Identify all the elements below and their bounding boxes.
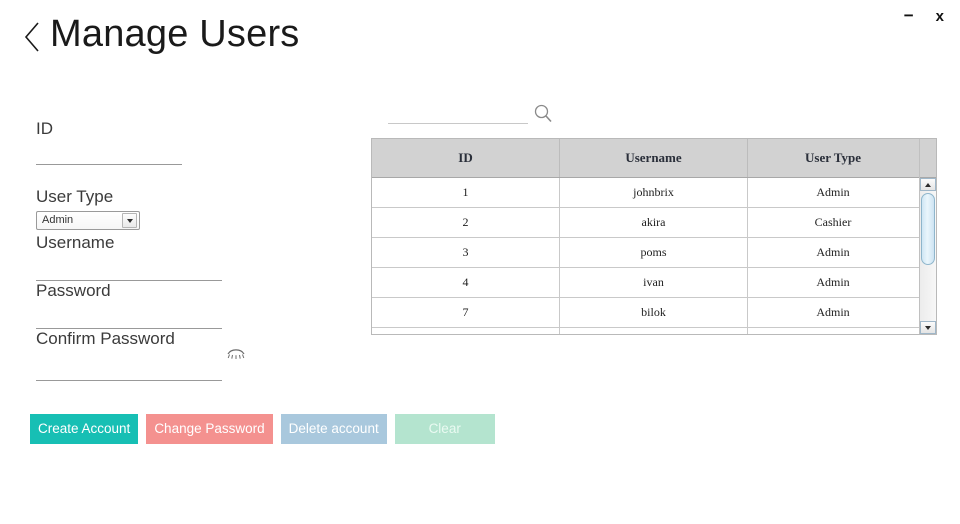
back-button[interactable] [20,17,46,57]
search-icon [534,104,552,123]
confirm-password-label: Confirm Password [36,329,175,348]
scroll-up-button[interactable] [920,178,936,191]
scrollbar-track[interactable] [920,178,936,334]
minimize-button[interactable]: − [900,5,918,26]
eye-icon [227,349,245,359]
cell-username [560,328,748,334]
column-header-username[interactable]: Username [560,139,748,177]
table-row-empty[interactable] [372,328,919,334]
window-controls: − x [900,6,948,27]
cell-username: bilok [560,298,748,327]
cell-id: 3 [372,238,560,267]
cell-user-type: Cashier [814,215,852,229]
username-input-wrap [36,262,222,281]
cell-id [372,328,560,334]
users-table: ID Username User Type 1 johnbrix Admin 2… [371,138,937,335]
table-row[interactable]: 2 akira Cashier [372,208,919,238]
cell-id: 7 [372,298,560,327]
create-account-button[interactable]: Create Account [30,414,139,444]
scroll-up-icon [925,182,931,187]
cell-user-type: Admin [816,245,850,259]
table-scrollbar[interactable] [919,139,936,334]
cell-user-type: Admin [816,275,850,289]
table-row[interactable]: 1 johnbrix Admin [372,178,919,208]
table-row[interactable]: 3 poms Admin [372,238,919,268]
password-input[interactable] [36,310,222,328]
scroll-down-icon [925,325,931,330]
scroll-down-button[interactable] [920,321,936,334]
user-type-label: User Type [36,187,114,206]
column-header-user-type[interactable]: User Type [748,139,918,177]
table-row[interactable]: 4 ivan Admin [372,268,919,298]
username-label: Username [36,233,115,252]
users-grid: ID Username User Type 1 johnbrix Admin 2… [372,139,919,334]
id-input-wrap [36,146,182,165]
page-header: Manage Users [20,14,300,54]
scrollbar-header-spacer [920,139,936,178]
id-underline [36,164,182,165]
search-area [388,104,558,132]
confirm-password-input-wrap [36,362,222,381]
cell-user-type: Admin [816,185,850,199]
clear-button[interactable]: Clear [394,414,495,444]
cell-user-type [748,328,918,334]
cell-id: 2 [372,208,560,237]
page-title: Manage Users [50,13,300,55]
table-header-row: ID Username User Type [372,139,919,178]
close-button[interactable]: x [932,7,948,26]
user-type-selected-value: Admin [42,215,74,226]
cell-username: poms [560,238,748,267]
id-label: ID [36,119,53,138]
confirm-password-input[interactable] [36,362,222,380]
column-header-id[interactable]: ID [372,139,560,177]
cell-id: 1 [372,178,560,207]
change-password-button[interactable]: Change Password [146,414,273,444]
id-input[interactable] [36,146,182,164]
scrollbar-thumb[interactable] [921,193,935,265]
search-button[interactable] [532,103,554,125]
confirm-password-underline [36,380,222,381]
chevron-left-icon [24,22,39,52]
cell-username: johnbrix [560,178,748,207]
chevron-down-icon[interactable] [122,213,137,228]
user-type-select[interactable]: Admin [36,211,140,230]
password-input-wrap [36,310,222,329]
password-label: Password [36,281,111,300]
field-user-type: User Type Admin [36,188,140,230]
search-input[interactable] [388,104,528,124]
show-password-toggle[interactable] [225,345,247,363]
table-row[interactable]: 7 bilok Admin [372,298,919,328]
action-buttons: Create Account Change Password Delete ac… [30,414,495,444]
table-body: 1 johnbrix Admin 2 akira Cashier 3 poms … [372,178,919,334]
delete-account-button[interactable]: Delete account [280,414,387,444]
cell-username: akira [560,208,748,237]
cell-user-type: Admin [816,305,850,319]
cell-username: ivan [560,268,748,297]
username-input[interactable] [36,262,222,280]
cell-id: 4 [372,268,560,297]
